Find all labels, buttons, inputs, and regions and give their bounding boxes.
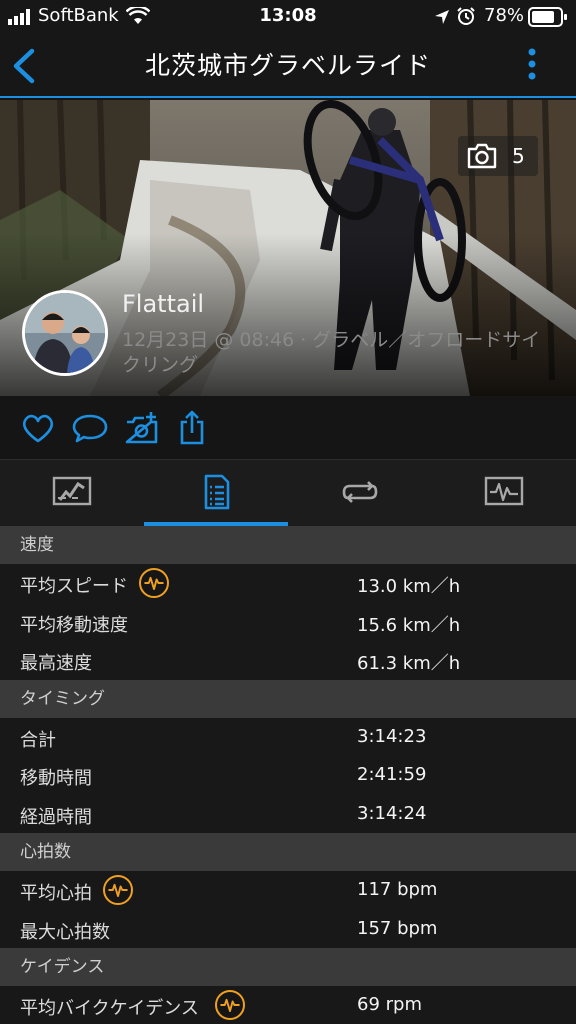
stat-row[interactable]: 平均スピード 13.0 km／h <box>0 564 576 603</box>
avatar[interactable] <box>22 290 108 376</box>
photo-count-badge[interactable]: 5 <box>458 136 538 176</box>
map-summary-icon <box>52 476 92 506</box>
stat-value: 117 bpm <box>357 879 438 900</box>
stat-value: 13.0 km／h <box>357 576 461 597</box>
stat-row[interactable]: 平均移動速度 15.6 km／h <box>0 602 576 641</box>
alarm-icon <box>457 7 475 25</box>
charts-icon <box>484 476 524 506</box>
stat-label: 合計 <box>20 729 56 751</box>
action-row <box>0 396 576 460</box>
stat-label: 平均バイクケイデンス <box>20 998 199 1019</box>
stats-list-icon <box>204 474 230 510</box>
vertical-ellipsis-icon[interactable] <box>524 46 540 86</box>
section-header-heart-rate: 心拍数 <box>0 833 576 871</box>
activity-meta: 12月23日 @ 08:46 · グラベル／オフロードサイクリング <box>122 329 541 376</box>
stat-label: 平均スピード <box>20 576 128 597</box>
page-title: 北茨城市グラベルライド <box>144 51 431 80</box>
stat-value: 61.3 km／h <box>357 653 461 674</box>
stat-row[interactable]: 合計 3:14:23 <box>0 717 576 756</box>
nav-bar: 北茨城市グラベルライド <box>0 34 576 98</box>
heart-rate-badge-icon[interactable] <box>139 568 169 598</box>
tab-bar <box>0 460 576 526</box>
user-name[interactable]: Flattail <box>122 290 204 318</box>
add-photo-icon[interactable] <box>122 408 162 448</box>
tab-stats[interactable] <box>144 460 288 526</box>
section-header-speed: 速度 <box>0 526 576 564</box>
stat-label: 平均移動速度 <box>20 614 128 636</box>
battery-icon <box>528 7 567 27</box>
section-header-timing: タイミング <box>0 679 576 718</box>
photo-count: 5 <box>512 144 525 168</box>
heart-rate-badge-icon[interactable] <box>215 990 245 1020</box>
stat-row[interactable]: 経過時間 3:14:24 <box>0 794 576 833</box>
stat-row[interactable]: 最高速度 61.3 km／h <box>0 641 576 680</box>
section-header-cadence: ケイデンス <box>0 948 576 986</box>
laps-icon <box>342 481 378 503</box>
stat-label: 移動時間 <box>20 768 92 789</box>
tab-overview[interactable] <box>0 460 144 526</box>
stat-label: 平均心拍 <box>20 883 92 904</box>
heart-rate-badge-icon[interactable] <box>103 875 133 905</box>
tab-charts[interactable] <box>432 460 576 526</box>
location-arrow-icon <box>435 10 449 24</box>
stat-value: 3:14:23 <box>357 725 427 747</box>
stat-row[interactable]: 平均心拍 117 bpm <box>0 871 576 910</box>
stat-value: 15.6 km／h <box>357 614 461 636</box>
status-bar: SoftBank 13:08 78% <box>0 0 576 34</box>
stat-value: 3:14:24 <box>357 802 427 824</box>
comment-icon[interactable] <box>70 408 110 448</box>
stat-label: 最大心拍数 <box>20 921 110 943</box>
heart-icon[interactable] <box>18 408 58 448</box>
stat-value: 69 rpm <box>357 994 422 1015</box>
stat-value: 2:41:59 <box>357 764 427 785</box>
stat-value: 157 bpm <box>357 917 438 939</box>
stat-label: 経過時間 <box>20 806 92 828</box>
stat-label: 最高速度 <box>20 653 92 674</box>
activity-photo[interactable]: 5 Flattail 12月23日 @ 08:46 · グラベル／オフロードサイ… <box>0 100 576 396</box>
share-icon[interactable] <box>172 408 212 448</box>
battery-percent: 78% <box>484 5 525 26</box>
avatar-photo <box>25 293 105 373</box>
stat-row[interactable]: 移動時間 2:41:59 <box>0 756 576 795</box>
camera-icon <box>467 143 497 169</box>
stat-row[interactable]: 平均バイクケイデンス 69 rpm <box>0 986 576 1024</box>
stat-row[interactable]: 最大心拍数 157 bpm <box>0 909 576 948</box>
stats-list: 速度 平均スピード 13.0 km／h 平均移動速度 15.6 km／h 最高速… <box>0 526 576 1024</box>
tab-laps[interactable] <box>288 460 432 526</box>
